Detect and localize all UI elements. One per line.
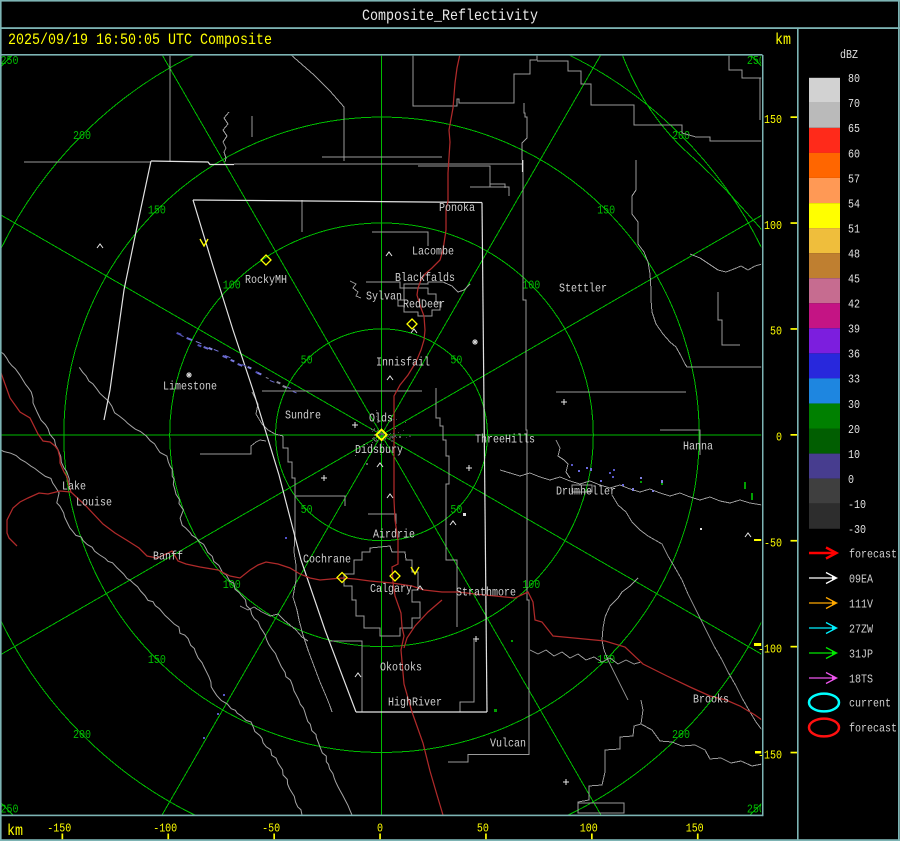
svg-text:200: 200 [672, 129, 690, 143]
svg-text:ThreeHills: ThreeHills [475, 433, 535, 447]
svg-text:-150: -150 [47, 822, 71, 836]
svg-text:150: 150 [148, 204, 166, 218]
svg-text:Lacombe: Lacombe [412, 245, 454, 259]
svg-text:Olds: Olds [369, 412, 393, 426]
svg-text:10: 10 [848, 448, 860, 462]
svg-text:RedDeer: RedDeer [403, 298, 445, 312]
svg-text:111V: 111V [849, 597, 874, 611]
svg-text:50: 50 [450, 503, 462, 517]
svg-text:150: 150 [148, 653, 166, 667]
svg-text:31JP: 31JP [849, 647, 873, 661]
svg-text:-10: -10 [848, 498, 866, 512]
svg-text:50: 50 [477, 822, 489, 836]
svg-text:Sundre: Sundre [285, 409, 321, 423]
svg-text:Brooks: Brooks [693, 693, 729, 707]
svg-text:50: 50 [450, 353, 462, 367]
svg-text:100: 100 [580, 822, 598, 836]
svg-text:Stettler: Stettler [559, 282, 607, 296]
svg-text:Limestone: Limestone [163, 380, 217, 394]
svg-text:0: 0 [377, 822, 383, 836]
svg-text:Ponoka: Ponoka [439, 201, 475, 215]
svg-text:2025/09/19 16:50:05 UTC Compos: 2025/09/19 16:50:05 UTC Composite [8, 31, 272, 49]
svg-text:-100: -100 [153, 822, 177, 836]
svg-text:Didsbury: Didsbury [355, 443, 403, 457]
svg-text:km: km [7, 822, 23, 840]
svg-text:Sylvan: Sylvan [366, 290, 402, 304]
svg-text:Strathmore: Strathmore [456, 586, 516, 600]
svg-text:current: current [849, 696, 891, 710]
svg-text:33: 33 [848, 373, 860, 387]
svg-text:60: 60 [848, 147, 860, 161]
svg-text:70: 70 [848, 97, 860, 111]
svg-text:Okotoks: Okotoks [380, 661, 422, 675]
svg-text:51: 51 [848, 222, 860, 236]
svg-text:100: 100 [223, 279, 241, 293]
svg-text:50: 50 [770, 325, 782, 339]
svg-text:36: 36 [848, 348, 860, 362]
svg-text:57: 57 [848, 172, 860, 186]
svg-text:48: 48 [848, 247, 860, 261]
svg-text:Cochrane: Cochrane [303, 553, 351, 567]
svg-text:-150: -150 [758, 748, 782, 762]
svg-text:Composite_Reflectivity: Composite_Reflectivity [362, 7, 538, 25]
svg-text:100: 100 [522, 279, 540, 293]
svg-text:150: 150 [597, 204, 615, 218]
svg-text:Calgary: Calgary [370, 582, 412, 596]
svg-text:HighRiver: HighRiver [388, 696, 442, 710]
svg-text:27ZW: 27ZW [849, 622, 874, 636]
svg-text:0: 0 [776, 431, 782, 445]
svg-text:200: 200 [73, 728, 91, 742]
svg-text:18TS: 18TS [849, 672, 873, 686]
svg-text:50: 50 [301, 353, 313, 367]
svg-text:39: 39 [848, 323, 860, 337]
svg-text:150: 150 [686, 822, 704, 836]
svg-text:50: 50 [301, 503, 313, 517]
svg-text:-100: -100 [758, 642, 782, 656]
svg-text:09EA: 09EA [849, 572, 874, 586]
svg-text:forecast: forecast [849, 721, 897, 735]
svg-text:65: 65 [848, 122, 860, 136]
svg-text:150: 150 [764, 113, 782, 127]
svg-text:30: 30 [848, 398, 860, 412]
svg-text:RockyMH: RockyMH [245, 273, 287, 287]
svg-text:-50: -50 [764, 537, 782, 551]
svg-text:45: 45 [848, 273, 860, 287]
svg-text:100: 100 [764, 219, 782, 233]
svg-text:-30: -30 [848, 523, 866, 537]
svg-text:Innisfail: Innisfail [376, 356, 430, 370]
svg-text:km: km [775, 31, 791, 49]
svg-text:Lake: Lake [62, 480, 86, 494]
svg-text:20: 20 [848, 423, 860, 437]
svg-text:Vulcan: Vulcan [490, 737, 526, 751]
svg-text:54: 54 [848, 197, 860, 211]
svg-text:Banff: Banff [153, 550, 183, 564]
svg-text:Louise: Louise [76, 496, 112, 510]
svg-text:42: 42 [848, 298, 860, 312]
svg-text:Airdrie: Airdrie [373, 528, 415, 542]
svg-text:80: 80 [848, 72, 860, 86]
svg-text:250: 250 [1, 54, 19, 68]
svg-text:forecast: forecast [849, 547, 897, 561]
svg-text:0: 0 [848, 473, 854, 487]
svg-text:Drumheller: Drumheller [556, 485, 616, 499]
svg-text:100: 100 [223, 578, 241, 592]
svg-text:-50: -50 [262, 822, 280, 836]
svg-text:200: 200 [73, 129, 91, 143]
svg-text:200: 200 [672, 728, 690, 742]
svg-text:Blackfalds: Blackfalds [395, 271, 455, 285]
svg-text:100: 100 [522, 578, 540, 592]
svg-text:dBZ: dBZ [840, 48, 858, 62]
svg-text:Hanna: Hanna [683, 440, 713, 454]
